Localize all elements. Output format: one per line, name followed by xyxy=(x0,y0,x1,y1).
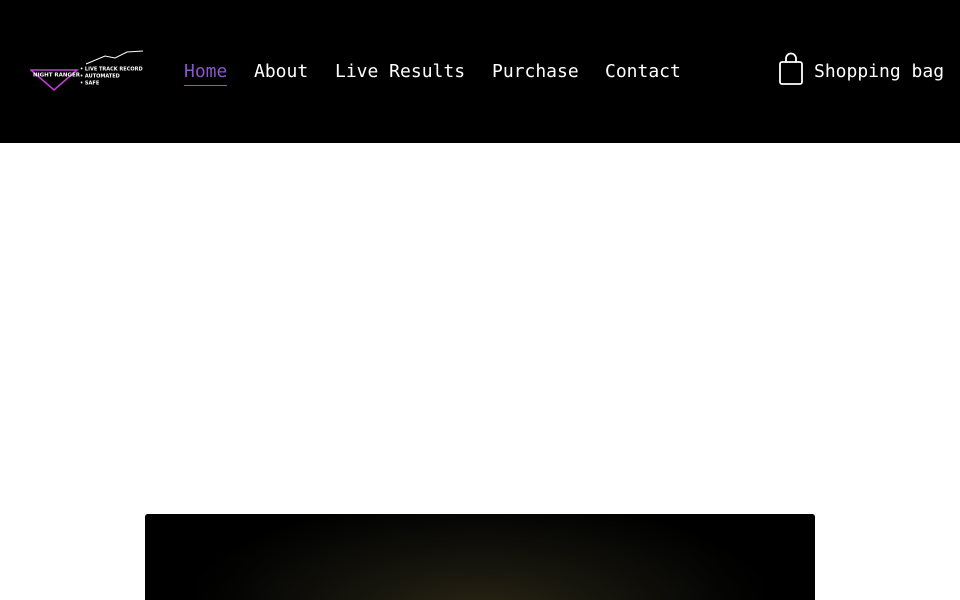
hero-media[interactable] xyxy=(145,514,815,600)
logo-graphic: NIGHT RANGER • LIVE TRACK RECORD • AUTOM… xyxy=(30,50,144,92)
logo-bullet-3: • SAFE xyxy=(80,81,100,87)
nav-purchase[interactable]: Purchase xyxy=(492,58,579,86)
logo-bullet-1: • LIVE TRACK RECORD xyxy=(80,67,143,73)
nav-home[interactable]: Home xyxy=(184,58,228,86)
logo-name: NIGHT RANGER xyxy=(33,73,81,79)
nav-about[interactable]: About xyxy=(254,58,308,86)
nav-contact[interactable]: Contact xyxy=(605,58,681,86)
brand-logo[interactable]: NIGHT RANGER • LIVE TRACK RECORD • AUTOM… xyxy=(30,50,146,94)
shopping-bag-label: Shopping bag xyxy=(814,61,945,82)
site-header: NIGHT RANGER • LIVE TRACK RECORD • AUTOM… xyxy=(0,0,960,143)
shopping-bag-icon xyxy=(777,52,805,86)
hero-vignette xyxy=(145,514,815,600)
nav-live-results[interactable]: Live Results xyxy=(335,58,465,86)
shopping-bag-button[interactable]: Shopping bag xyxy=(777,52,947,88)
logo-bullet-2: • AUTOMATED xyxy=(80,74,120,80)
